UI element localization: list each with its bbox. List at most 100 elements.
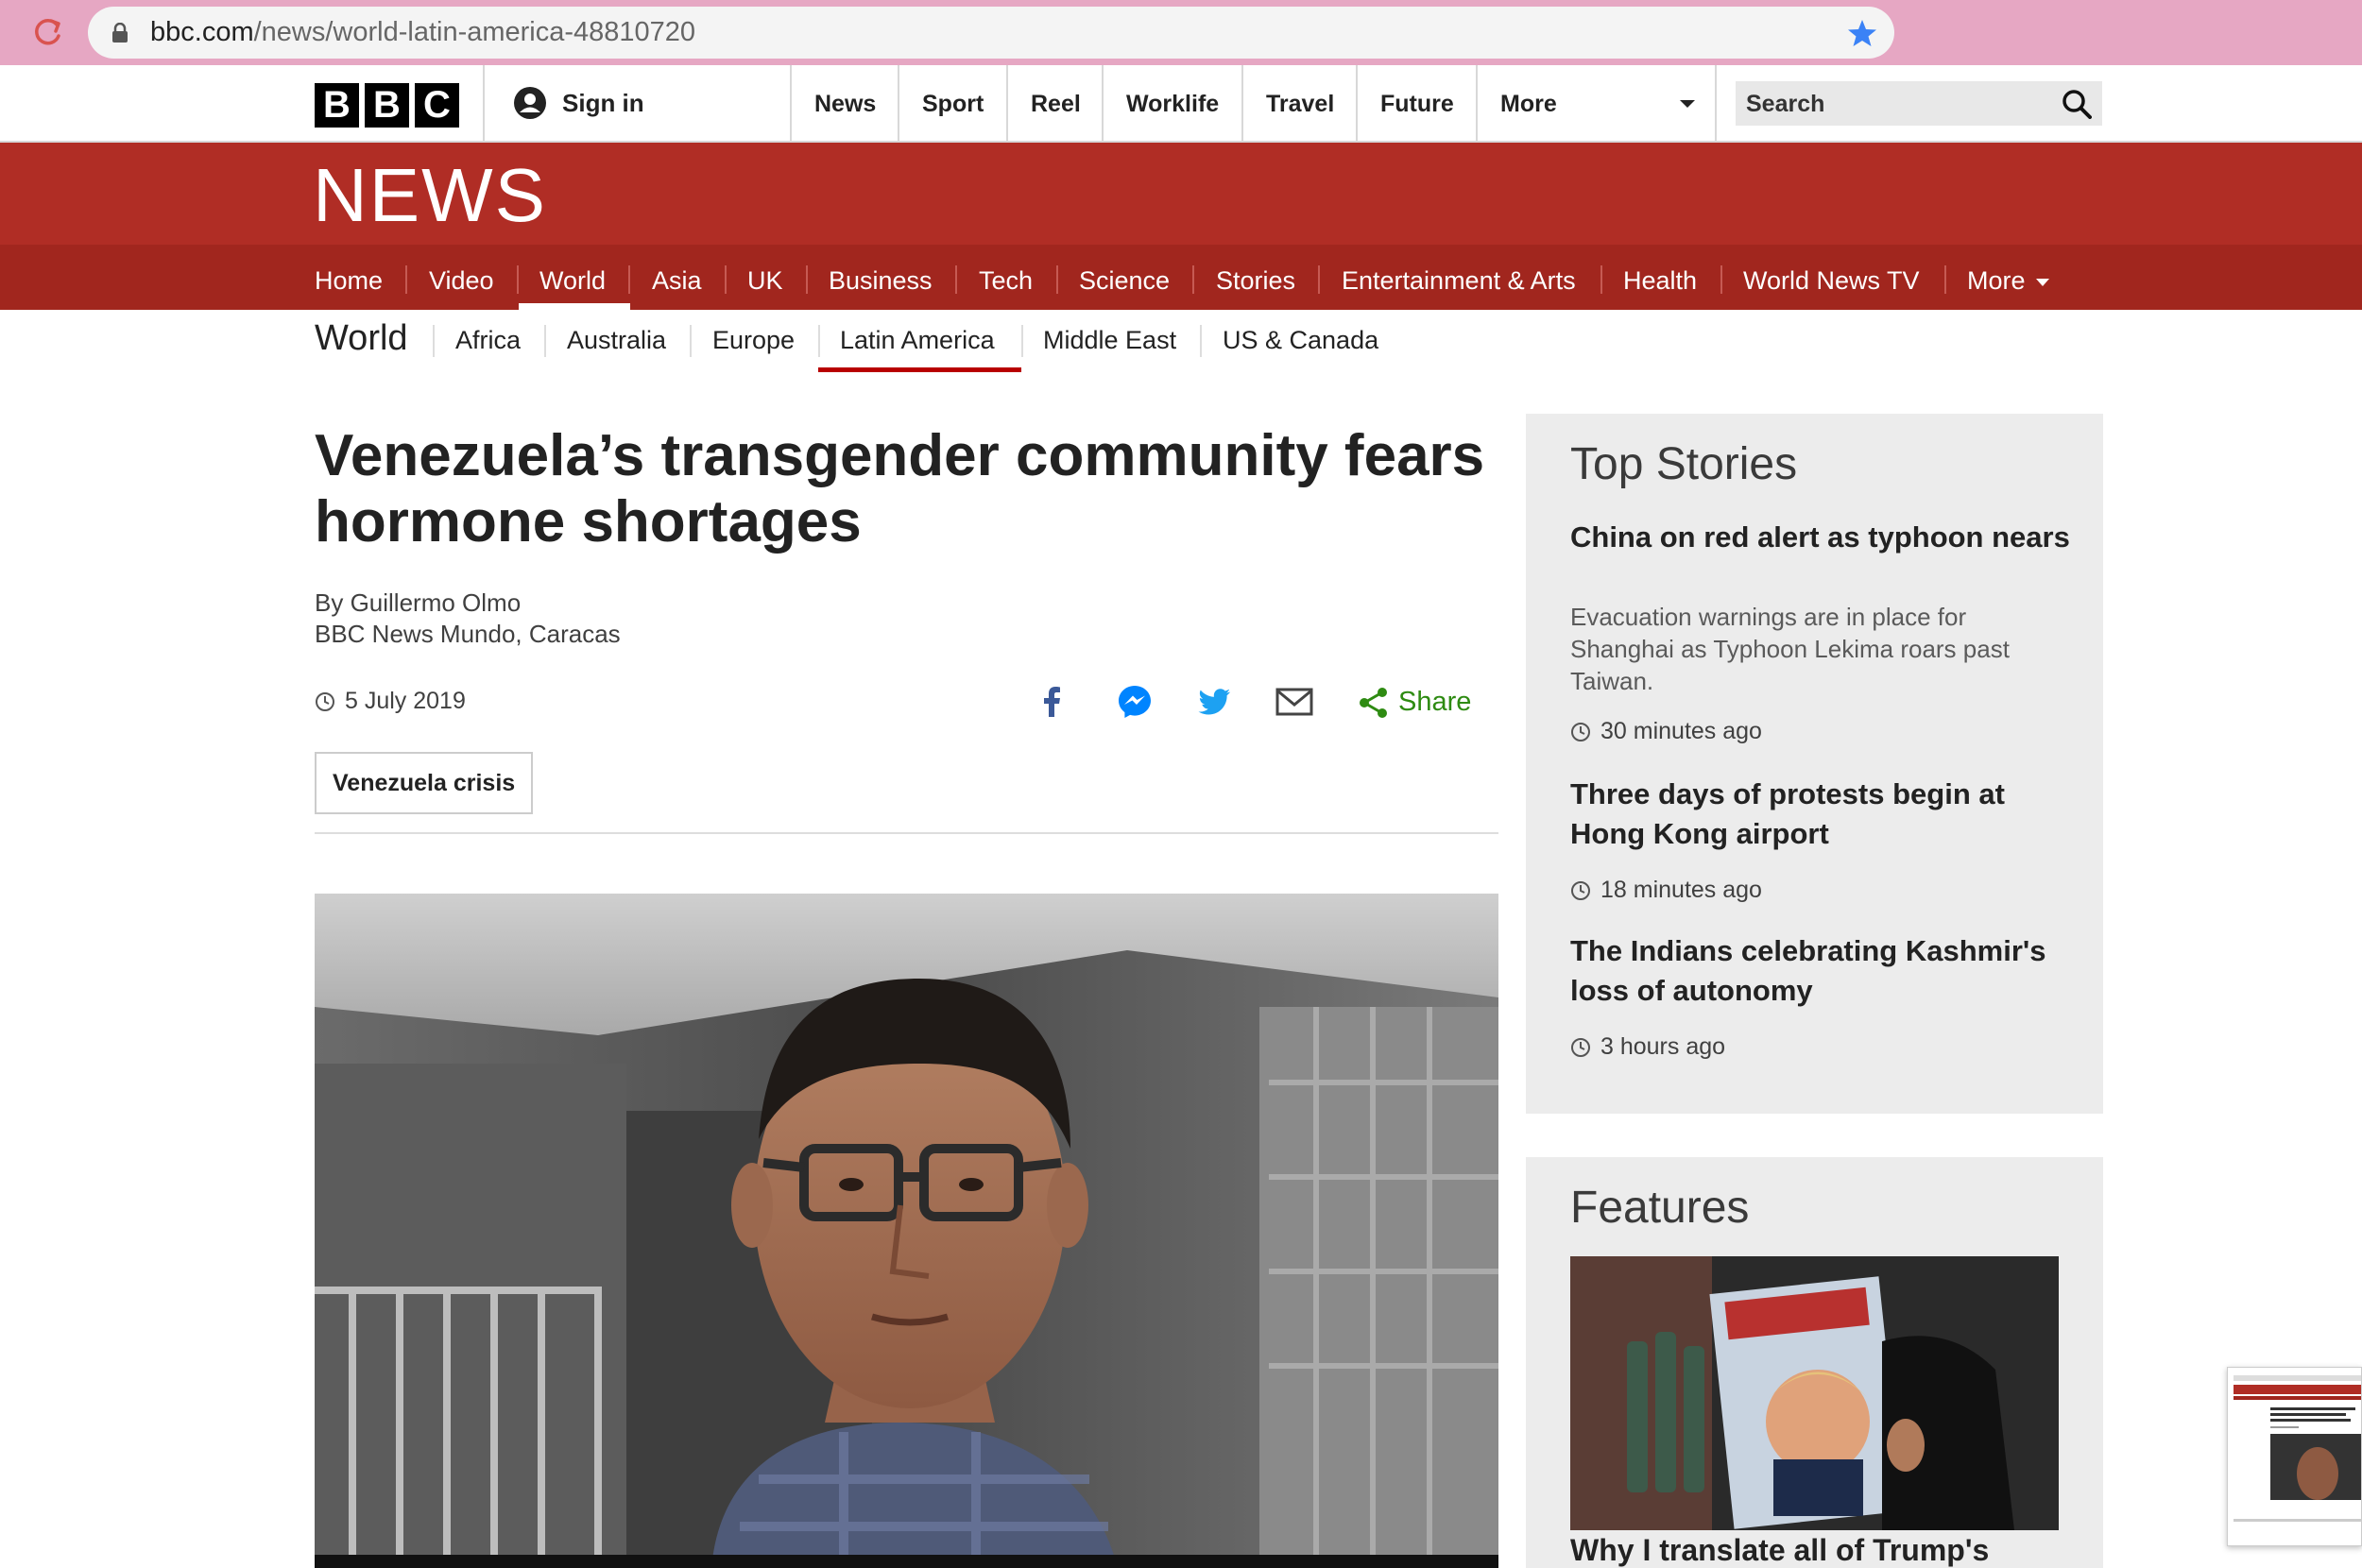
share-icon[interactable] [1357, 686, 1391, 720]
logo-letter: B [365, 83, 409, 128]
story-timestamp: 3 hours ago [1570, 1033, 1725, 1061]
url-text: bbc.com/news/world-latin-america-4881072… [150, 17, 695, 48]
timestamp-text: 30 minutes ago [1600, 718, 1762, 744]
reload-icon[interactable] [28, 13, 66, 51]
story-headline-link[interactable]: Three days of protests begin at Hong Kon… [1570, 775, 2071, 854]
story-headline-link[interactable]: The Indians celebrating Kashmir's loss o… [1570, 931, 2071, 1011]
sign-in-link[interactable]: Sign in [513, 86, 644, 120]
lock-icon [112, 23, 128, 43]
active-indicator [818, 367, 1021, 372]
subnav-africa[interactable]: Africa [455, 326, 521, 355]
clock-icon [316, 691, 334, 711]
browser-toolbar: bbc.com/news/world-latin-america-4881072… [0, 0, 2362, 65]
nav-entertainment-arts[interactable]: Entertainment & Arts [1342, 245, 1576, 310]
timestamp-text: 18 minutes ago [1600, 877, 1762, 903]
twitter-icon[interactable] [1195, 683, 1233, 721]
logo-letter: C [415, 83, 459, 128]
subnav-australia[interactable]: Australia [567, 326, 666, 355]
news-masthead: NEWS [0, 143, 2362, 245]
subnav-europe[interactable]: Europe [712, 326, 795, 355]
nav-separator [1944, 265, 1946, 294]
top-stories-panel: Top Stories China on red alert as typhoo… [1526, 414, 2103, 1114]
nav-uk[interactable]: UK [747, 245, 783, 310]
nav-separator [955, 265, 957, 294]
subnav-middle-east[interactable]: Middle East [1043, 326, 1176, 355]
nav-tech[interactable]: Tech [979, 245, 1033, 310]
nav-business[interactable]: Business [829, 245, 933, 310]
topic-tag-button[interactable]: Venezuela crisis [315, 752, 534, 814]
article-headline: Venezuela’s transgender community fears … [315, 423, 1485, 554]
screenshot-thumbnail[interactable] [2227, 1367, 2362, 1546]
share-button[interactable]: Share [1398, 687, 1471, 718]
search-input[interactable]: Search [1736, 81, 2102, 126]
nav-separator [405, 265, 407, 294]
search-icon[interactable] [2062, 89, 2092, 119]
active-indicator [519, 303, 630, 310]
sign-in-label: Sign in [562, 88, 644, 117]
nav-separator [628, 265, 630, 294]
messenger-icon[interactable] [1116, 683, 1154, 721]
subnav-separator [544, 325, 546, 357]
subnav-separator [690, 325, 692, 357]
topnav-worklife[interactable]: Worklife [1102, 65, 1241, 143]
chevron-down-icon [2036, 279, 2049, 286]
nav-stories[interactable]: Stories [1216, 245, 1295, 310]
story-headline-link[interactable]: China on red alert as typhoon nears [1570, 518, 2071, 557]
bbc-logo[interactable]: B B C [315, 83, 459, 128]
subnav-separator [1021, 325, 1023, 357]
nav-health[interactable]: Health [1623, 245, 1697, 310]
nav-separator [1056, 265, 1058, 294]
nav-separator [1720, 265, 1722, 294]
nav-more[interactable]: More [1967, 245, 2026, 310]
url-path: /news/world-latin-america-48810720 [253, 17, 696, 47]
nav-video[interactable]: Video [429, 245, 494, 310]
features-panel: Features Why I translate all of Trump's [1526, 1157, 2103, 1568]
nav-science[interactable]: Science [1079, 245, 1170, 310]
news-nav: Home Video World Asia UK Business Tech S… [0, 245, 2362, 310]
url-domain: bbc.com [150, 17, 254, 47]
subnav-separator [433, 325, 435, 357]
article-date: 5 July 2019 [315, 688, 466, 715]
address-bar[interactable]: bbc.com/news/world-latin-america-4881072… [88, 7, 1894, 59]
feature-headline-link[interactable]: Why I translate all of Trump's [1570, 1530, 2080, 1568]
facebook-icon[interactable] [1034, 683, 1071, 721]
topnav-reel[interactable]: Reel [1006, 65, 1104, 143]
byline: By Guillermo Olmo BBC News Mundo, Caraca… [315, 588, 621, 650]
nav-asia[interactable]: Asia [652, 245, 702, 310]
logo-letter: B [315, 83, 359, 128]
date-text: 5 July 2019 [345, 688, 466, 714]
nav-separator [806, 265, 808, 294]
nav-separator [725, 265, 727, 294]
topnav-news[interactable]: News [790, 65, 899, 143]
email-icon[interactable] [1275, 683, 1313, 721]
divider [1715, 65, 1717, 143]
nav-world[interactable]: World [539, 245, 606, 310]
subnav-separator [818, 325, 820, 357]
nav-separator [1318, 265, 1320, 294]
section-title[interactable]: World [315, 318, 408, 359]
subnav-separator [1200, 325, 1202, 357]
author-name: By Guillermo Olmo [315, 588, 522, 617]
bbc-global-bar: B B C Sign in News Sport Reel Worklife T… [0, 65, 2362, 143]
subnav-latin-america[interactable]: Latin America [840, 326, 995, 355]
news-logo[interactable]: NEWS [313, 152, 547, 239]
subnav-us-canada[interactable]: US & Canada [1223, 326, 1378, 355]
topnav-future[interactable]: Future [1356, 65, 1477, 143]
clock-icon [1571, 880, 1590, 900]
nav-separator [1600, 265, 1602, 294]
account-icon [514, 87, 546, 119]
story-timestamp: 30 minutes ago [1570, 718, 1762, 745]
nav-world-news-tv[interactable]: World News TV [1743, 245, 1920, 310]
chevron-down-icon [1680, 100, 1695, 108]
nav-home[interactable]: Home [315, 245, 383, 310]
feature-image[interactable] [1570, 1256, 2059, 1530]
story-timestamp: 18 minutes ago [1570, 877, 1762, 904]
divider [483, 65, 485, 143]
bookmark-star-icon[interactable] [1847, 18, 1877, 48]
panel-title: Top Stories [1570, 439, 1798, 489]
topnav-sport[interactable]: Sport [898, 65, 1006, 143]
timestamp-text: 3 hours ago [1600, 1033, 1726, 1060]
search-label: Search [1746, 91, 1825, 117]
clock-icon [1571, 1037, 1590, 1057]
topnav-travel[interactable]: Travel [1241, 65, 1357, 143]
